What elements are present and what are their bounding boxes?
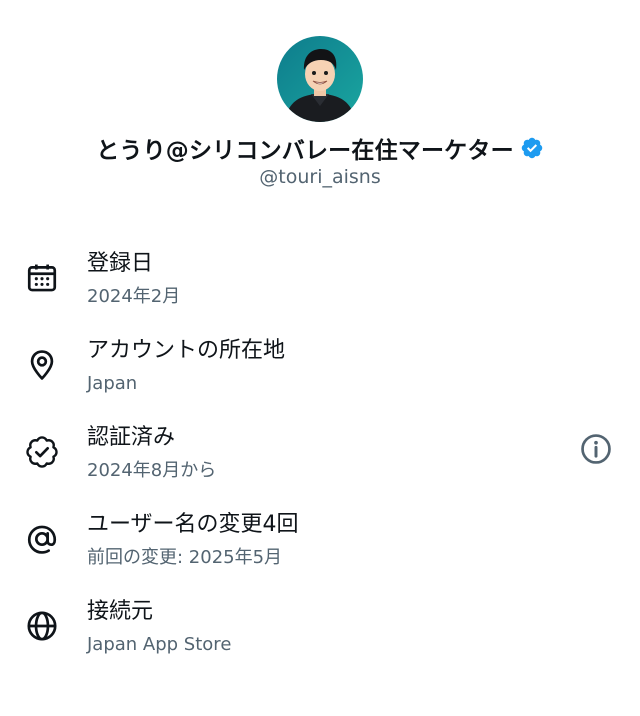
info-subtitle: 前回の変更: 2025年5月 — [87, 547, 283, 568]
info-title: 登録日 — [87, 251, 154, 276]
info-item-joined: 登録日 2024年2月 — [0, 235, 640, 322]
info-item-location: アカウントの所在地 Japan — [0, 322, 640, 409]
profile-header: とうり@シリコンバレー在住マーケター @touri_aisns — [0, 36, 640, 188]
info-item-verified: 認証済み 2024年8月から — [0, 409, 640, 496]
info-subtitle: Japan App Store — [87, 634, 232, 655]
info-item-username-changes: ユーザー名の変更4回 前回の変更: 2025年5月 — [0, 496, 640, 583]
info-title: 認証済み — [87, 425, 176, 450]
info-subtitle: Japan — [87, 373, 138, 394]
info-icon — [579, 432, 613, 470]
avatar[interactable] — [277, 36, 363, 122]
info-subtitle: 2024年8月から — [87, 460, 217, 481]
avatar-image — [277, 36, 363, 122]
verified-badge-icon[interactable] — [520, 136, 544, 160]
info-title: アカウントの所在地 — [87, 338, 286, 363]
globe-icon — [25, 609, 59, 643]
user-handle: @touri_aisns — [259, 166, 381, 188]
about-account-list: 登録日 2024年2月 アカウントの所在地 Japan 認証済み 2024年8月… — [0, 235, 640, 670]
location-pin-icon — [25, 348, 59, 382]
verified-badge-icon — [25, 435, 59, 469]
display-name: とうり@シリコンバレー在住マーケター — [96, 138, 514, 164]
at-sign-icon — [25, 522, 59, 556]
info-button[interactable] — [578, 433, 614, 469]
name-row: とうり@シリコンバレー在住マーケター — [96, 130, 544, 166]
info-title: ユーザー名の変更4回 — [87, 512, 299, 537]
info-item-connected-via: 接続元 Japan App Store — [0, 583, 640, 670]
info-title: 接続元 — [87, 599, 154, 624]
calendar-icon — [25, 261, 59, 295]
info-subtitle: 2024年2月 — [87, 286, 181, 307]
